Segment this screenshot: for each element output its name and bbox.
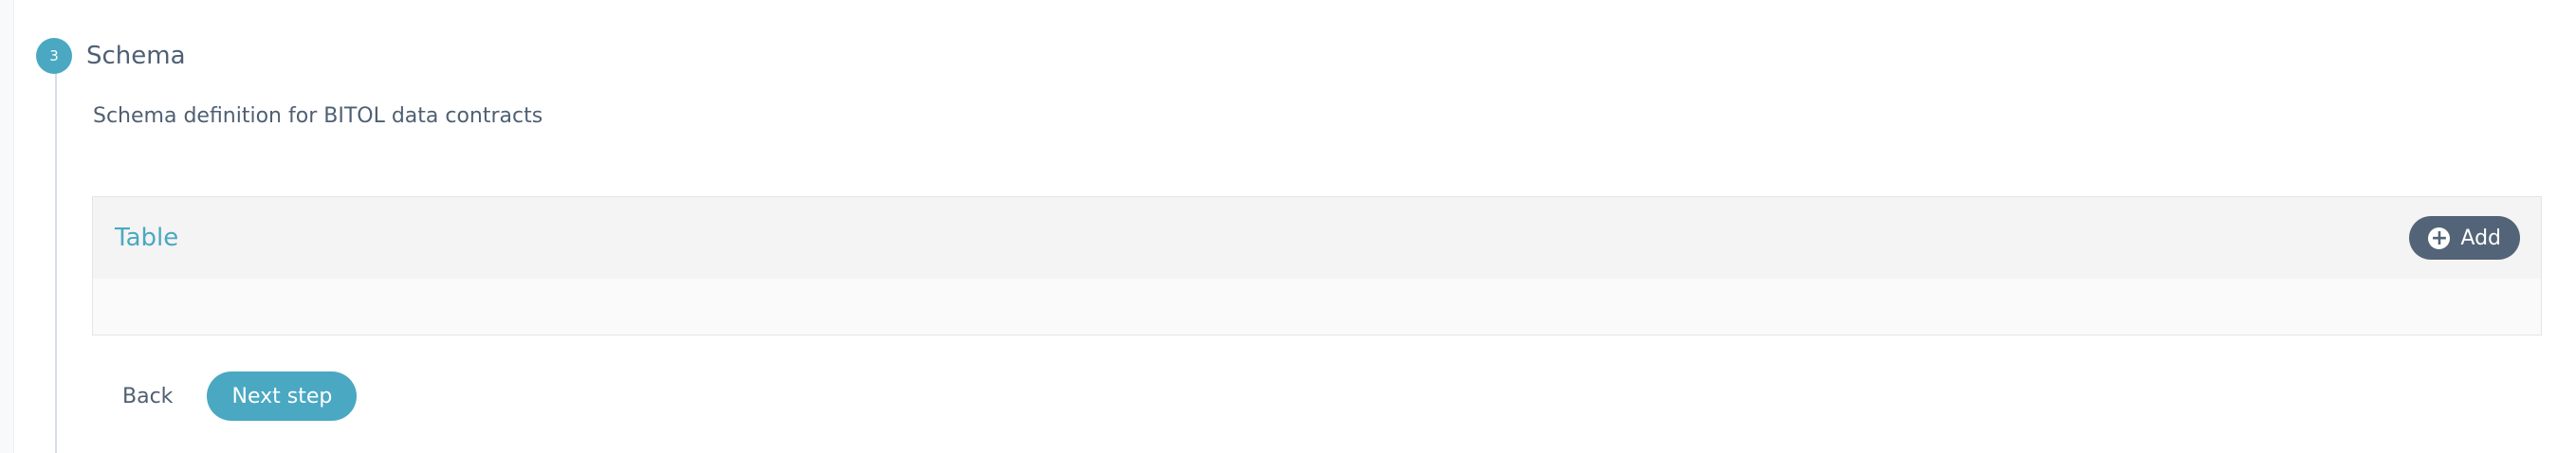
schema-step-page: 3 Schema Schema definition for BITOL dat… — [0, 0, 2576, 453]
step-description: Schema definition for BITOL data contrac… — [93, 104, 543, 128]
table-panel-header: Table + Add — [93, 197, 2541, 279]
step-actions: Back Next step — [112, 371, 358, 421]
schema-table-panel: Table + Add — [92, 196, 2542, 335]
next-step-button[interactable]: Next step — [207, 371, 358, 421]
back-button[interactable]: Back — [112, 371, 183, 421]
add-button-label: Add — [2460, 226, 2501, 250]
timeline-line — [55, 68, 57, 453]
left-edge-panel — [0, 0, 14, 453]
step-number-badge: 3 — [36, 38, 72, 74]
add-table-button[interactable]: + Add — [2409, 216, 2520, 260]
plus-circle-icon: + — [2428, 226, 2451, 249]
table-panel-title: Table — [115, 224, 179, 252]
step-header: 3 Schema — [36, 37, 186, 75]
step-title: Schema — [86, 42, 186, 70]
